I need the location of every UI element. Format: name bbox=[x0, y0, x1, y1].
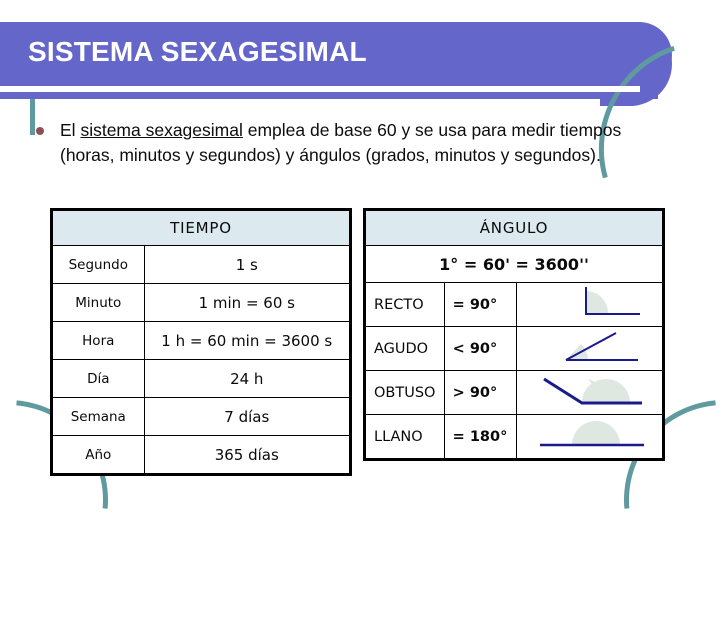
bullet-text-underlined: sistema sexagesimal bbox=[80, 120, 243, 140]
table-row: OBTUSO > 90° bbox=[364, 370, 664, 415]
angulo-conversion-row: 1° = 60' = 3600'' bbox=[364, 245, 664, 283]
angulo-name-llano: LLANO bbox=[364, 414, 445, 460]
table-row: Segundo 1 s bbox=[51, 245, 352, 284]
bullet-dot-icon bbox=[36, 127, 44, 135]
obtuse-angle-diagram bbox=[516, 370, 664, 415]
table-row: Año 365 días bbox=[51, 435, 352, 475]
tiempo-unit-minuto: Minuto bbox=[51, 283, 145, 322]
table-header-row: ÁNGULO bbox=[364, 209, 664, 246]
title-banner-divider bbox=[0, 86, 640, 92]
tiempo-unit-dia: Día bbox=[51, 359, 145, 398]
tiempo-unit-ano: Año bbox=[51, 435, 145, 475]
tiempo-table: TIEMPO Segundo 1 s Minuto 1 min = 60 s H… bbox=[50, 208, 352, 476]
decor-left-tick bbox=[30, 99, 35, 135]
tiempo-value-segundo: 1 s bbox=[143, 245, 352, 284]
tiempo-value-dia: 24 h bbox=[143, 359, 352, 398]
table-row: Hora 1 h = 60 min = 3600 s bbox=[51, 321, 352, 360]
angulo-table: ÁNGULO 1° = 60' = 3600'' RECTO = 90° AGU… bbox=[363, 208, 665, 461]
tiempo-table-header: TIEMPO bbox=[51, 209, 351, 246]
tiempo-value-ano: 365 días bbox=[143, 435, 352, 475]
tiempo-value-semana: 7 días bbox=[143, 397, 352, 436]
angulo-value-recto: = 90° bbox=[443, 282, 518, 327]
table-row: LLANO = 180° bbox=[364, 414, 664, 460]
tiempo-value-minuto: 1 min = 60 s bbox=[143, 283, 352, 322]
angulo-value-llano: = 180° bbox=[443, 414, 518, 460]
angulo-name-agudo: AGUDO bbox=[364, 326, 445, 371]
angulo-name-obtuso: OBTUSO bbox=[364, 370, 445, 415]
tiempo-unit-hora: Hora bbox=[51, 321, 145, 360]
tiempo-unit-segundo: Segundo bbox=[51, 245, 145, 284]
tiempo-unit-semana: Semana bbox=[51, 397, 145, 436]
bullet-paragraph-text: El sistema sexagesimal emplea de base 60… bbox=[60, 118, 666, 168]
table-row: Día 24 h bbox=[51, 359, 352, 398]
table-row: Semana 7 días bbox=[51, 397, 352, 436]
bullet-text-before: El bbox=[60, 120, 81, 140]
angulo-value-obtuso: > 90° bbox=[443, 370, 518, 415]
table-header-row: TIEMPO bbox=[51, 209, 351, 246]
table-row: RECTO = 90° bbox=[364, 282, 664, 327]
title-underline-bar bbox=[0, 92, 658, 99]
table-row: Minuto 1 min = 60 s bbox=[51, 283, 352, 322]
table-row: AGUDO < 90° bbox=[364, 326, 664, 371]
acute-angle-diagram bbox=[516, 326, 664, 371]
angulo-value-agudo: < 90° bbox=[443, 326, 518, 371]
table-row: 1° = 60' = 3600'' bbox=[364, 245, 664, 283]
straight-angle-diagram bbox=[516, 414, 664, 460]
page-title: SISTEMA SEXAGESIMAL bbox=[28, 36, 367, 67]
bullet-paragraph: El sistema sexagesimal emplea de base 60… bbox=[36, 118, 666, 168]
angulo-name-recto: RECTO bbox=[364, 282, 445, 327]
angulo-table-header: ÁNGULO bbox=[364, 209, 664, 246]
right-angle-diagram bbox=[516, 282, 664, 327]
tiempo-value-hora: 1 h = 60 min = 3600 s bbox=[143, 321, 352, 360]
